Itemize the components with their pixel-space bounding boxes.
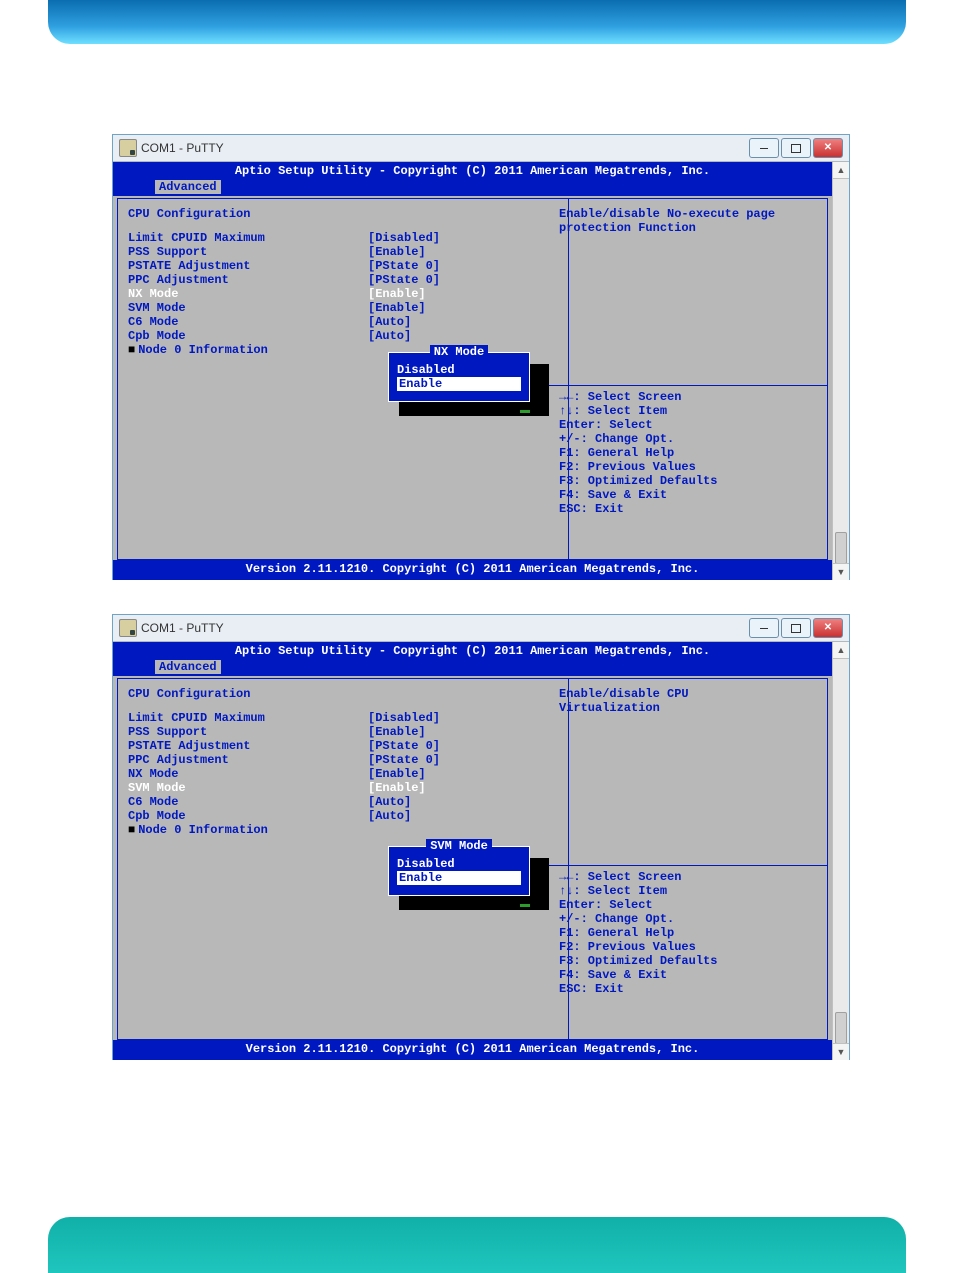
setting-row-highlighted[interactable]: NX Mode[Enable] [128, 287, 557, 301]
option-popup-svm[interactable]: SVM Mode Disabled Enable [388, 846, 530, 896]
help-divider [549, 385, 827, 386]
setting-row[interactable]: PSTATE Adjustment[PState 0] [128, 259, 557, 273]
scrollbar[interactable]: ▲ ▼ [832, 642, 849, 1060]
setting-row[interactable]: C6 Mode[Auto] [128, 315, 557, 329]
popup-option[interactable]: Disabled [397, 363, 521, 377]
putty-window-nx: COM1 - PuTTY ✕ Aptio Setup Utility - Cop… [112, 134, 850, 580]
bios-header: Aptio Setup Utility - Copyright (C) 2011… [113, 642, 832, 660]
setting-row-highlighted[interactable]: SVM Mode[Enable] [128, 781, 557, 795]
popup-title: NX Mode [430, 345, 488, 359]
help-text-line: protection Function [559, 221, 817, 235]
setting-row[interactable]: Cpb Mode[Auto] [128, 809, 557, 823]
maximize-button[interactable] [781, 138, 811, 158]
setting-row[interactable]: SVM Mode[Enable] [128, 301, 557, 315]
bios-header: Aptio Setup Utility - Copyright (C) 2011… [113, 162, 832, 180]
setting-row[interactable]: PSS Support[Enable] [128, 725, 557, 739]
setting-row[interactable]: PSTATE Adjustment[PState 0] [128, 739, 557, 753]
help-text-line: Virtualization [559, 701, 817, 715]
scrollbar[interactable]: ▲ ▼ [832, 162, 849, 580]
close-button[interactable]: ✕ [813, 618, 843, 638]
bios-footer: Version 2.11.1210. Copyright (C) 2011 Am… [113, 560, 832, 580]
scroll-down-icon[interactable]: ▼ [833, 1043, 849, 1060]
minimize-button[interactable] [749, 138, 779, 158]
setting-row[interactable]: PPC Adjustment[PState 0] [128, 273, 557, 287]
popup-title: SVM Mode [426, 839, 492, 853]
doc-header-banner [48, 0, 906, 44]
section-title: CPU Configuration [128, 207, 557, 221]
help-panel: Enable/disable CPU Virtualization →←: Se… [549, 679, 827, 1039]
putty-window-svm: COM1 - PuTTY ✕ Aptio Setup Utility - Cop… [112, 614, 850, 1060]
popup-option-selected[interactable]: Enable [397, 871, 521, 885]
help-text-line: Enable/disable No-execute page [559, 207, 817, 221]
terminal[interactable]: Aptio Setup Utility - Copyright (C) 2011… [113, 162, 832, 580]
bios-footer: Version 2.11.1210. Copyright (C) 2011 Am… [113, 1040, 832, 1060]
maximize-button[interactable] [781, 618, 811, 638]
settings-list: Limit CPUID Maximum[Disabled] PSS Suppor… [128, 231, 557, 357]
titlebar[interactable]: COM1 - PuTTY ✕ [113, 615, 849, 642]
close-button[interactable]: ✕ [813, 138, 843, 158]
tab-row: Advanced [113, 660, 832, 676]
setting-row[interactable]: Cpb Mode[Auto] [128, 329, 557, 343]
setting-row[interactable]: PPC Adjustment[PState 0] [128, 753, 557, 767]
scroll-thumb[interactable] [835, 1012, 847, 1044]
nav-help: →←: Select Screen ↑↓: Select Item Enter:… [559, 390, 817, 516]
scroll-thumb[interactable] [835, 532, 847, 564]
help-divider [549, 865, 827, 866]
setting-row[interactable]: NX Mode[Enable] [128, 767, 557, 781]
settings-list: Limit CPUID Maximum[Disabled] PSS Suppor… [128, 711, 557, 837]
terminal[interactable]: Aptio Setup Utility - Copyright (C) 2011… [113, 642, 832, 1060]
setting-row[interactable]: Limit CPUID Maximum[Disabled] [128, 711, 557, 725]
setting-row[interactable]: Limit CPUID Maximum[Disabled] [128, 231, 557, 245]
popup-option[interactable]: Disabled [397, 857, 521, 871]
help-panel: Enable/disable No-execute page protectio… [549, 199, 827, 559]
cursor [520, 904, 530, 907]
scroll-up-icon[interactable]: ▲ [833, 162, 849, 179]
tab-advanced[interactable]: Advanced [155, 180, 221, 194]
tab-advanced[interactable]: Advanced [155, 660, 221, 674]
option-popup-nx[interactable]: NX Mode Disabled Enable [388, 352, 530, 402]
window-title: COM1 - PuTTY [141, 622, 224, 634]
window-title: COM1 - PuTTY [141, 142, 224, 154]
scroll-up-icon[interactable]: ▲ [833, 642, 849, 659]
cursor [520, 410, 530, 413]
titlebar[interactable]: COM1 - PuTTY ✕ [113, 135, 849, 162]
setting-row[interactable]: C6 Mode[Auto] [128, 795, 557, 809]
help-text-line: Enable/disable CPU [559, 687, 817, 701]
putty-icon [119, 619, 137, 637]
section-title: CPU Configuration [128, 687, 557, 701]
doc-footer-banner [48, 1217, 906, 1273]
minimize-button[interactable] [749, 618, 779, 638]
submenu-node0[interactable]: Node 0 Information [128, 823, 557, 837]
tab-row: Advanced [113, 180, 832, 196]
popup-option-selected[interactable]: Enable [397, 377, 521, 391]
putty-icon [119, 139, 137, 157]
scroll-down-icon[interactable]: ▼ [833, 563, 849, 580]
setting-row[interactable]: PSS Support[Enable] [128, 245, 557, 259]
nav-help: →←: Select Screen ↑↓: Select Item Enter:… [559, 870, 817, 996]
